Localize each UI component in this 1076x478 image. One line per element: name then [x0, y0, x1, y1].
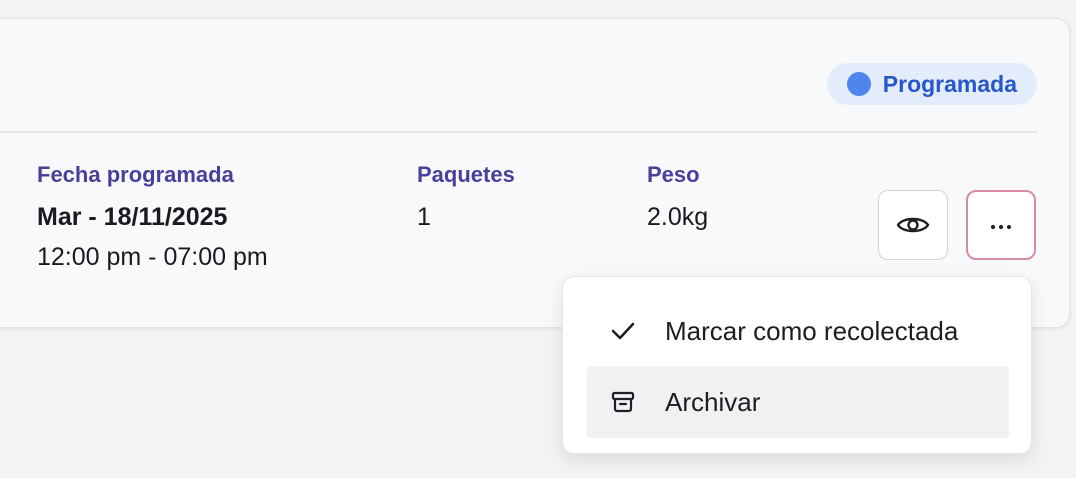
- actions-menu: Marcar como recolectada Archivar: [562, 276, 1032, 454]
- scheduled-date-label: Fecha programada: [37, 162, 234, 187]
- scheduled-date-value: Mar - 18/11/2025: [37, 203, 228, 231]
- status-badge: Programada: [826, 63, 1037, 105]
- scheduled-time-range: 12:00 pm - 07:00 pm: [37, 243, 268, 271]
- packages-value: 1: [417, 203, 431, 231]
- packages-label: Paquetes: [417, 162, 515, 187]
- eye-icon: [896, 217, 930, 233]
- status-label: Programada: [882, 70, 1017, 97]
- more-actions-button[interactable]: [966, 190, 1036, 260]
- menu-item-mark-collected[interactable]: Marcar como recolectada: [587, 295, 1009, 367]
- view-button[interactable]: [878, 190, 948, 260]
- weight-value: 2.0kg: [647, 203, 709, 231]
- divider: [0, 131, 1037, 133]
- menu-item-label: Archivar: [665, 386, 761, 417]
- weight-label: Peso: [647, 162, 700, 187]
- menu-item-label: Marcar como recolectada: [665, 315, 959, 346]
- menu-item-archive[interactable]: Archivar: [587, 366, 1009, 438]
- status-dot: [846, 72, 871, 96]
- check-icon: [609, 317, 637, 345]
- ellipsis-icon: [991, 225, 1011, 229]
- archive-icon: [609, 388, 637, 416]
